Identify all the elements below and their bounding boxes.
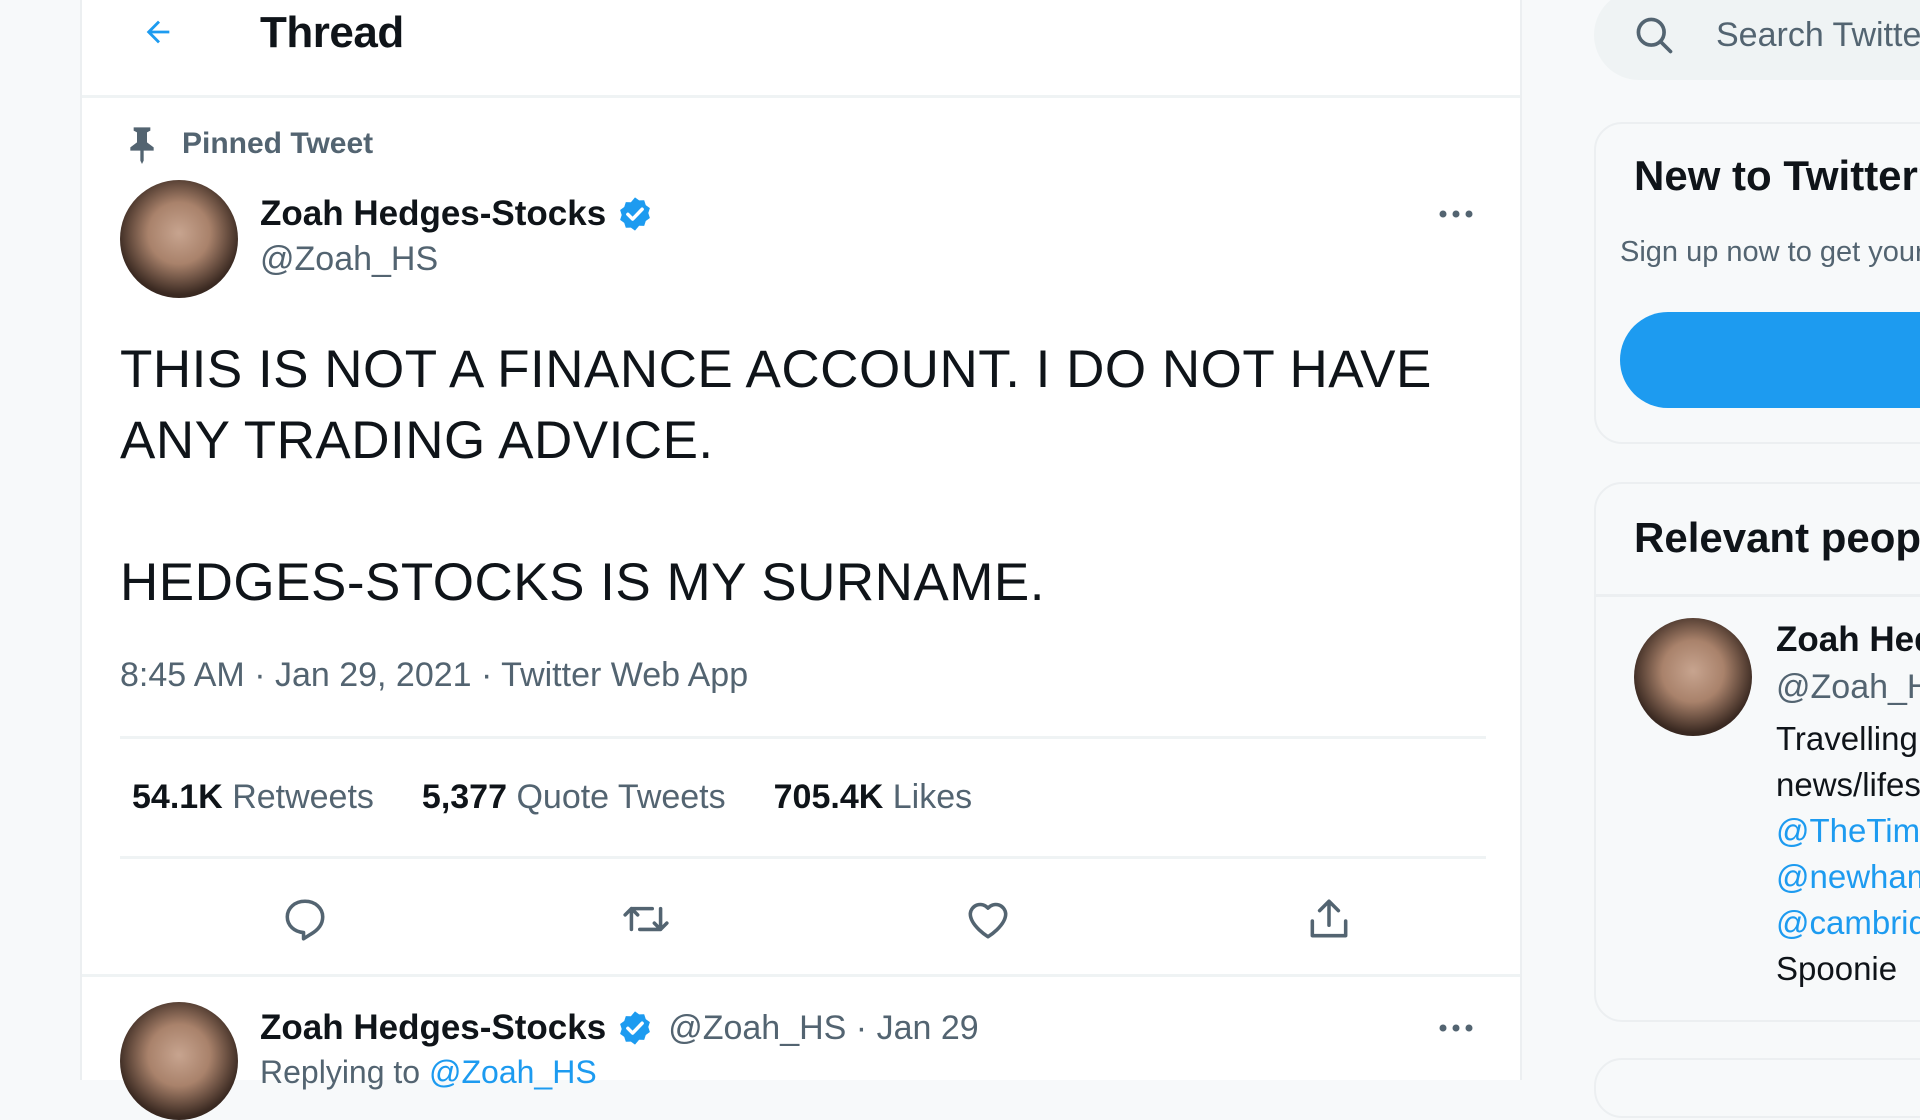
relevant-person-name[interactable]: Zoah Hedges-Stocks (1776, 620, 1920, 660)
author-name[interactable]: Zoah Hedges-Stocks (260, 194, 654, 234)
bio-link[interactable]: @newhamrecorder (1776, 854, 1920, 900)
reply-author-name: Zoah Hedges-Stocks (260, 1008, 607, 1047)
search-placeholder: Search Twitter (1716, 15, 1920, 54)
tweet-text-line: HEDGES-STOCKS IS MY SURNAME. (120, 553, 1045, 612)
card-subtitle: Sign up now to get your own personalized… (1620, 236, 1920, 268)
retweet-button[interactable] (611, 884, 681, 954)
main-column: Thread Pinned Tweet Zoah Hedges-Stocks @… (80, 0, 1522, 1120)
divider (82, 974, 1520, 977)
relevant-person-bio: Travelling news/lifestyle @TheTimes @new… (1776, 716, 1920, 992)
relevant-people-card: Relevant people Zoah Hedges-Stocks @Zoah… (1594, 482, 1920, 1022)
back-arrow-icon (146, 20, 170, 44)
quote-tweets-label: Quote Tweets (516, 778, 726, 816)
likes-label: Likes (892, 778, 973, 816)
tweet-actions (120, 884, 1486, 954)
card-title: New to Twitter? (1634, 152, 1920, 199)
quote-tweets-stat[interactable]: 5,377 Quote Tweets (422, 778, 726, 817)
likes-stat[interactable]: 705.4K Likes (774, 778, 972, 817)
search-icon (1636, 17, 1673, 54)
sign-up-button[interactable] (1620, 312, 1920, 408)
retweets-stat[interactable]: 54.1K Retweets (132, 778, 374, 817)
thread-header: Thread (82, 0, 1520, 98)
search-input[interactable]: Search Twitter (1594, 0, 1920, 80)
new-to-twitter-card: New to Twitter? Sign up now to get your … (1594, 122, 1920, 444)
reply-author[interactable]: Zoah Hedges-Stocks @Zoah_HS · Jan 29 (260, 1008, 979, 1048)
share-icon (1310, 899, 1348, 938)
card-title: Relevant people (1634, 514, 1920, 561)
verified-badge-icon (620, 197, 651, 231)
like-button[interactable] (953, 884, 1023, 954)
bio-text: Travelling (1776, 720, 1918, 757)
more-icon (1439, 1024, 1473, 1032)
back-button[interactable] (126, 4, 190, 60)
reply-handle-date: @Zoah_HS · Jan 29 (668, 1008, 979, 1047)
replying-prefix: Replying to (260, 1054, 421, 1090)
tweet-stats: 54.1K Retweets 5,377 Quote Tweets 705.4K… (132, 778, 1020, 817)
avatar[interactable] (120, 1002, 238, 1120)
relevant-person-handle[interactable]: @Zoah_HS (1776, 668, 1920, 707)
author-handle[interactable]: @Zoah_HS (260, 240, 438, 279)
retweets-count: 54.1K (132, 778, 223, 816)
pinned-label: Pinned Tweet (182, 127, 374, 160)
sidebar-card (1594, 1058, 1920, 1118)
tweet-text-line: THIS IS NOT A FINANCE ACCOUNT. I DO NOT … (120, 340, 1432, 470)
bio-link[interactable]: @TheTimes (1776, 808, 1920, 854)
reply-button[interactable] (270, 884, 340, 954)
bio-text: news/lifestyle (1776, 766, 1920, 803)
avatar[interactable] (1634, 618, 1752, 736)
tweet-text: THIS IS NOT A FINANCE ACCOUNT. I DO NOT … (120, 334, 1500, 618)
divider (120, 736, 1486, 739)
tweet-timestamp[interactable]: 8:45 AM · Jan 29, 2021 · Twitter Web App (120, 656, 748, 695)
retweet-icon (623, 906, 669, 932)
pin-icon (130, 127, 154, 164)
replying-handle-link[interactable]: @Zoah_HS (429, 1054, 597, 1090)
divider (120, 856, 1486, 859)
bio-text: Spoonie (1776, 950, 1898, 987)
reply-icon (285, 899, 325, 941)
like-icon (968, 902, 1008, 939)
replying-to: Replying to @Zoah_HS (260, 1054, 597, 1091)
bio-link[interactable]: @cambridgenews (1776, 900, 1920, 946)
retweets-label: Retweets (232, 778, 374, 816)
more-options-button[interactable] (1428, 1008, 1484, 1048)
pinned-indicator: Pinned Tweet (122, 122, 373, 166)
page-title: Thread (260, 8, 404, 57)
divider (1596, 594, 1920, 597)
more-icon (1439, 210, 1473, 218)
quote-tweets-count: 5,377 (421, 778, 508, 816)
share-button[interactable] (1294, 884, 1364, 954)
verified-badge-icon (620, 1011, 651, 1045)
avatar[interactable] (120, 180, 238, 298)
more-options-button[interactable] (1428, 194, 1484, 234)
likes-count: 705.4K (773, 778, 884, 816)
author-name-text: Zoah Hedges-Stocks (260, 194, 607, 233)
